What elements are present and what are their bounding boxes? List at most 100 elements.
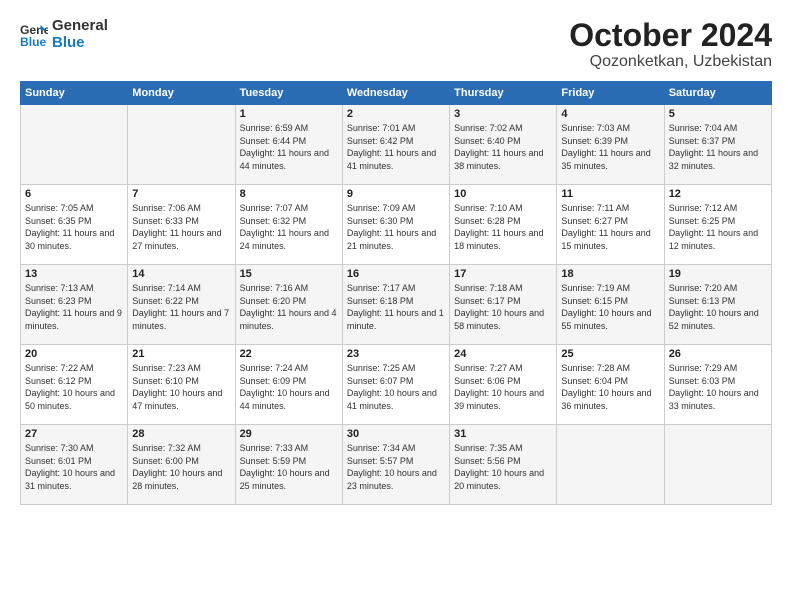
- weekday-header: Saturday: [664, 82, 771, 105]
- day-number: 23: [347, 348, 445, 360]
- calendar-cell: 15 Sunrise: 7:16 AM Sunset: 6:20 PM Dayli…: [235, 265, 342, 345]
- day-number: 9: [347, 188, 445, 200]
- logo: General Blue General Blue: [20, 18, 108, 51]
- day-info: Sunrise: 7:03 AM Sunset: 6:39 PM Dayligh…: [561, 122, 659, 172]
- calendar-cell: [21, 105, 128, 185]
- weekday-header: Tuesday: [235, 82, 342, 105]
- day-info: Sunrise: 7:07 AM Sunset: 6:32 PM Dayligh…: [240, 202, 338, 252]
- day-number: 25: [561, 348, 659, 360]
- day-number: 1: [240, 108, 338, 120]
- logo-icon: General Blue: [20, 21, 48, 49]
- calendar-cell: 14 Sunrise: 7:14 AM Sunset: 6:22 PM Dayli…: [128, 265, 235, 345]
- day-number: 27: [25, 428, 123, 440]
- calendar-cell: 3 Sunrise: 7:02 AM Sunset: 6:40 PM Daylig…: [450, 105, 557, 185]
- calendar-cell: 6 Sunrise: 7:05 AM Sunset: 6:35 PM Daylig…: [21, 185, 128, 265]
- calendar-week-row: 6 Sunrise: 7:05 AM Sunset: 6:35 PM Daylig…: [21, 185, 772, 265]
- calendar-cell: 8Sunrise: 7:07 AM Sunset: 6:32 PM Daylig…: [235, 185, 342, 265]
- calendar-week-row: 13 Sunrise: 7:13 AM Sunset: 6:23 PM Dayli…: [21, 265, 772, 345]
- day-info: Sunrise: 7:01 AM Sunset: 6:42 PM Dayligh…: [347, 122, 445, 172]
- calendar-cell: 25 Sunrise: 7:28 AM Sunset: 6:04 PM Dayli…: [557, 345, 664, 425]
- day-number: 11: [561, 188, 659, 200]
- day-number: 2: [347, 108, 445, 120]
- calendar-week-row: 1 Sunrise: 6:59 AM Sunset: 6:44 PM Daylig…: [21, 105, 772, 185]
- calendar-cell: 19Sunrise: 7:20 AM Sunset: 6:13 PM Dayli…: [664, 265, 771, 345]
- day-info: Sunrise: 7:09 AM Sunset: 6:30 PM Dayligh…: [347, 202, 445, 252]
- day-info: Sunrise: 7:10 AM Sunset: 6:28 PM Dayligh…: [454, 202, 552, 252]
- day-info: Sunrise: 7:32 AM Sunset: 6:00 PM Dayligh…: [132, 442, 230, 492]
- calendar-cell: 21 Sunrise: 7:23 AM Sunset: 6:10 PM Dayli…: [128, 345, 235, 425]
- calendar-cell: 20 Sunrise: 7:22 AM Sunset: 6:12 PM Dayli…: [21, 345, 128, 425]
- calendar-cell: [128, 105, 235, 185]
- header-row: SundayMondayTuesdayWednesdayThursdayFrid…: [21, 82, 772, 105]
- header: General Blue General Blue October 2024 Q…: [20, 18, 772, 71]
- calendar-week-row: 27Sunrise: 7:30 AM Sunset: 6:01 PM Dayli…: [21, 425, 772, 505]
- day-info: Sunrise: 7:34 AM Sunset: 5:57 PM Dayligh…: [347, 442, 445, 492]
- day-number: 29: [240, 428, 338, 440]
- day-info: Sunrise: 7:13 AM Sunset: 6:23 PM Dayligh…: [25, 282, 123, 332]
- day-number: 12: [669, 188, 767, 200]
- day-number: 21: [132, 348, 230, 360]
- calendar-cell: [664, 425, 771, 505]
- calendar-cell: 30 Sunrise: 7:34 AM Sunset: 5:57 PM Dayli…: [342, 425, 449, 505]
- day-info: Sunrise: 7:29 AM Sunset: 6:03 PM Dayligh…: [669, 362, 767, 412]
- calendar-cell: 27Sunrise: 7:30 AM Sunset: 6:01 PM Dayli…: [21, 425, 128, 505]
- day-info: Sunrise: 7:27 AM Sunset: 6:06 PM Dayligh…: [454, 362, 552, 412]
- day-number: 14: [132, 268, 230, 280]
- calendar-cell: 18Sunrise: 7:19 AM Sunset: 6:15 PM Dayli…: [557, 265, 664, 345]
- day-number: 15: [240, 268, 338, 280]
- calendar-cell: 13 Sunrise: 7:13 AM Sunset: 6:23 PM Dayli…: [21, 265, 128, 345]
- calendar-cell: 5 Sunrise: 7:04 AM Sunset: 6:37 PM Daylig…: [664, 105, 771, 185]
- day-number: 13: [25, 268, 123, 280]
- day-number: 7: [132, 188, 230, 200]
- calendar-cell: 28Sunrise: 7:32 AM Sunset: 6:00 PM Dayli…: [128, 425, 235, 505]
- day-info: Sunrise: 7:14 AM Sunset: 6:22 PM Dayligh…: [132, 282, 230, 332]
- logo-blue: Blue: [52, 35, 108, 52]
- day-info: Sunrise: 7:18 AM Sunset: 6:17 PM Dayligh…: [454, 282, 552, 332]
- calendar-cell: 17 Sunrise: 7:18 AM Sunset: 6:17 PM Dayli…: [450, 265, 557, 345]
- svg-text:Blue: Blue: [20, 35, 47, 49]
- day-info: Sunrise: 7:28 AM Sunset: 6:04 PM Dayligh…: [561, 362, 659, 412]
- day-number: 26: [669, 348, 767, 360]
- weekday-header: Thursday: [450, 82, 557, 105]
- day-number: 17: [454, 268, 552, 280]
- month-title: October 2024: [569, 18, 772, 53]
- calendar-cell: 11 Sunrise: 7:11 AM Sunset: 6:27 PM Dayli…: [557, 185, 664, 265]
- day-number: 16: [347, 268, 445, 280]
- calendar-cell: 22 Sunrise: 7:24 AM Sunset: 6:09 PM Dayli…: [235, 345, 342, 425]
- day-number: 20: [25, 348, 123, 360]
- day-number: 5: [669, 108, 767, 120]
- day-info: Sunrise: 7:24 AM Sunset: 6:09 PM Dayligh…: [240, 362, 338, 412]
- calendar-table: SundayMondayTuesdayWednesdayThursdayFrid…: [20, 81, 772, 505]
- page: General Blue General Blue October 2024 Q…: [0, 0, 792, 612]
- day-info: Sunrise: 7:02 AM Sunset: 6:40 PM Dayligh…: [454, 122, 552, 172]
- calendar-cell: 29Sunrise: 7:33 AM Sunset: 5:59 PM Dayli…: [235, 425, 342, 505]
- day-info: Sunrise: 7:22 AM Sunset: 6:12 PM Dayligh…: [25, 362, 123, 412]
- calendar-cell: 9 Sunrise: 7:09 AM Sunset: 6:30 PM Daylig…: [342, 185, 449, 265]
- day-info: Sunrise: 7:20 AM Sunset: 6:13 PM Dayligh…: [669, 282, 767, 332]
- day-info: Sunrise: 7:11 AM Sunset: 6:27 PM Dayligh…: [561, 202, 659, 252]
- day-info: Sunrise: 7:05 AM Sunset: 6:35 PM Dayligh…: [25, 202, 123, 252]
- calendar-cell: 23Sunrise: 7:25 AM Sunset: 6:07 PM Dayli…: [342, 345, 449, 425]
- calendar-cell: 26 Sunrise: 7:29 AM Sunset: 6:03 PM Dayli…: [664, 345, 771, 425]
- day-number: 30: [347, 428, 445, 440]
- day-number: 31: [454, 428, 552, 440]
- day-number: 3: [454, 108, 552, 120]
- day-info: Sunrise: 7:35 AM Sunset: 5:56 PM Dayligh…: [454, 442, 552, 492]
- day-info: Sunrise: 6:59 AM Sunset: 6:44 PM Dayligh…: [240, 122, 338, 172]
- day-number: 4: [561, 108, 659, 120]
- calendar-cell: 7Sunrise: 7:06 AM Sunset: 6:33 PM Daylig…: [128, 185, 235, 265]
- calendar-cell: 31 Sunrise: 7:35 AM Sunset: 5:56 PM Dayli…: [450, 425, 557, 505]
- day-number: 6: [25, 188, 123, 200]
- day-info: Sunrise: 7:12 AM Sunset: 6:25 PM Dayligh…: [669, 202, 767, 252]
- location-subtitle: Qozonketkan, Uzbekistan: [569, 53, 772, 71]
- day-info: Sunrise: 7:16 AM Sunset: 6:20 PM Dayligh…: [240, 282, 338, 332]
- weekday-header: Friday: [557, 82, 664, 105]
- day-info: Sunrise: 7:23 AM Sunset: 6:10 PM Dayligh…: [132, 362, 230, 412]
- weekday-header: Monday: [128, 82, 235, 105]
- calendar-cell: 24Sunrise: 7:27 AM Sunset: 6:06 PM Dayli…: [450, 345, 557, 425]
- calendar-cell: 1 Sunrise: 6:59 AM Sunset: 6:44 PM Daylig…: [235, 105, 342, 185]
- calendar-cell: 10Sunrise: 7:10 AM Sunset: 6:28 PM Dayli…: [450, 185, 557, 265]
- day-number: 22: [240, 348, 338, 360]
- day-info: Sunrise: 7:04 AM Sunset: 6:37 PM Dayligh…: [669, 122, 767, 172]
- weekday-header: Wednesday: [342, 82, 449, 105]
